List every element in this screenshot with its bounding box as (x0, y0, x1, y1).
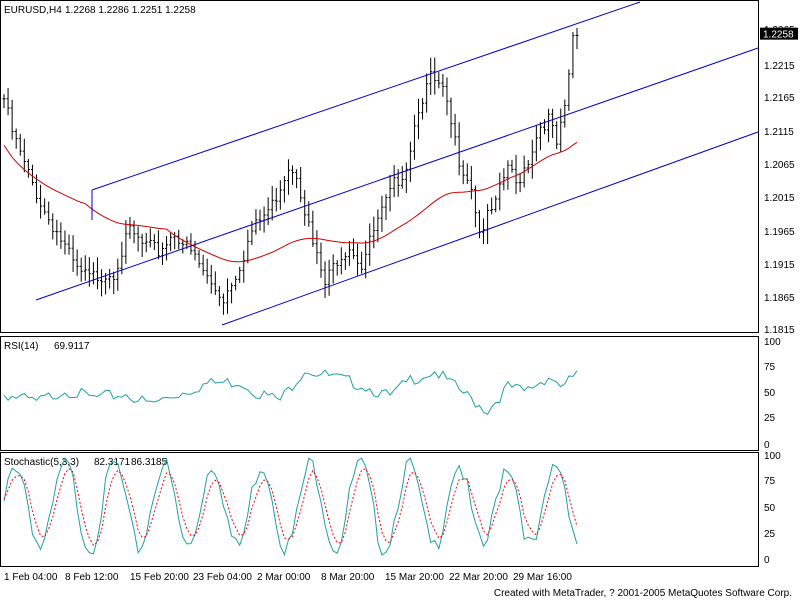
price-tick: 1.1865 (764, 293, 795, 304)
price-tick: 1.2115 (764, 127, 794, 138)
time-tick: 2 Mar 00:00 (257, 572, 311, 583)
time-tick: 1 Feb 04:00 (4, 572, 58, 583)
price-tick: 1.2165 (764, 93, 795, 104)
ohlc-readout: 1.2268 1.2286 1.2251 1.2258 (65, 5, 196, 16)
stochastic-tick: 50 (764, 503, 776, 514)
price-tick: 1.2065 (764, 160, 795, 171)
time-tick: 15 Mar 20:00 (385, 572, 444, 583)
rsi-tick: 0 (764, 440, 770, 451)
price-tick: 1.2215 (764, 61, 795, 72)
stochastic-signal-value: 86.3185 (131, 457, 168, 468)
stochastic-tick: 0 (764, 555, 770, 566)
stochastic-tick: 100 (764, 451, 781, 462)
symbol-label: EURUSD,H4 (4, 5, 62, 16)
time-tick: 22 Mar 20:00 (449, 572, 508, 583)
rsi-tick: 100 (764, 337, 781, 348)
footer-credit: Created with MetaTrader, ? 2001-2005 Met… (493, 588, 792, 599)
price-tick: 1.1915 (764, 260, 795, 271)
time-axis: 1 Feb 04:00 8 Feb 12:00 15 Feb 20:00 23 … (4, 572, 572, 583)
chart: EURUSD,H4 1.2268 1.2286 1.2251 1.2258 RS… (0, 0, 798, 583)
stochastic-axis: 100 75 50 25 0 (764, 451, 781, 566)
time-tick: 15 Feb 20:00 (130, 572, 189, 583)
price-tick: 1.1815 (764, 325, 795, 336)
price-axis: 1.2265 1.2215 1.2165 1.2115 1.2065 1.201… (764, 25, 795, 336)
time-tick: 8 Mar 20:00 (321, 572, 375, 583)
rsi-tick: 75 (764, 362, 776, 373)
price-tick: 1.1965 (764, 227, 795, 238)
stochastic-tick: 75 (764, 476, 776, 487)
rsi-axis: 100 75 50 25 0 (764, 337, 781, 451)
price-tick: 1.2015 (764, 193, 795, 204)
stochastic-panel[interactable] (0, 452, 759, 567)
time-tick: 23 Feb 04:00 (193, 572, 252, 583)
stochastic-tick: 25 (764, 529, 776, 540)
stochastic-label: Stochastic(5,3,3) (4, 457, 79, 468)
rsi-tick: 50 (764, 388, 776, 399)
time-tick: 29 Mar 16:00 (513, 572, 572, 583)
rsi-tick: 25 (764, 413, 776, 424)
last-price-value: 1.2258 (763, 30, 794, 41)
rsi-value: 69.9117 (54, 341, 90, 352)
time-tick: 8 Feb 12:00 (65, 572, 119, 583)
rsi-label: RSI(14) (4, 341, 38, 352)
